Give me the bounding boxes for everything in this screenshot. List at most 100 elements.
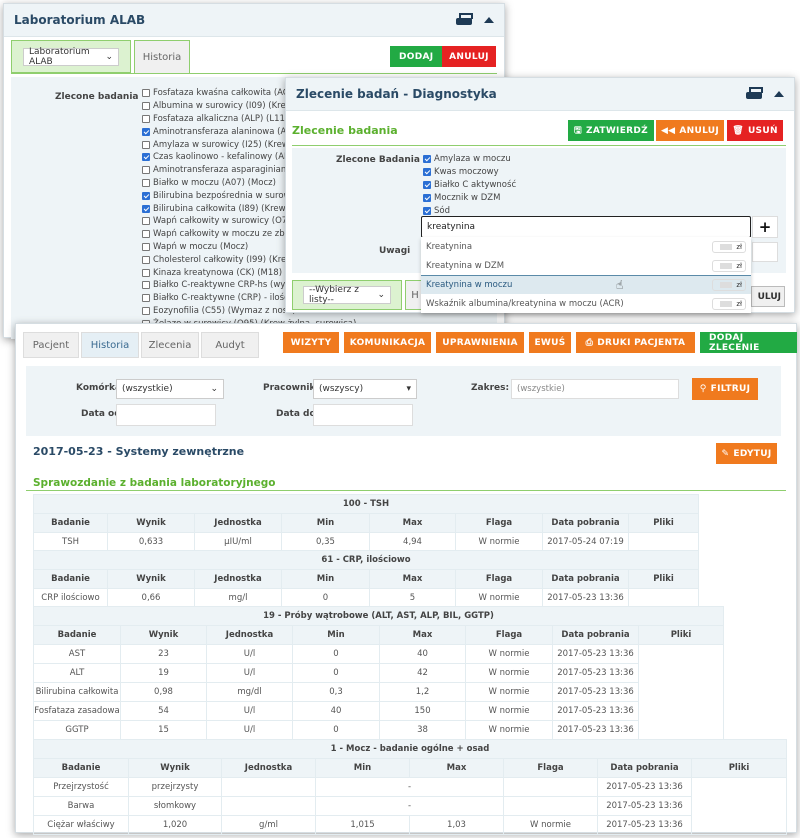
ordered-test-item[interactable]: Mocznik w DZM	[423, 191, 516, 204]
files-cell[interactable]	[691, 777, 787, 835]
order-panel: Zlecenie badań - Diagnostyka Zlecenie ba…	[285, 77, 795, 313]
checkbox[interactable]	[142, 294, 150, 303]
checkbox[interactable]	[142, 102, 150, 111]
tab-audyt[interactable]: Audyt	[201, 332, 259, 358]
table-cell: CRP ilościowo	[33, 588, 108, 608]
files-cell[interactable]	[628, 588, 699, 608]
checkbox[interactable]	[423, 193, 431, 202]
table-cell: W normie	[465, 663, 553, 683]
checkbox[interactable]	[142, 127, 150, 136]
print-icon[interactable]	[746, 87, 763, 101]
table-cell: 2017-05-23 13:36	[542, 588, 629, 608]
date-from-input[interactable]	[116, 404, 216, 426]
test-label: Wapń całkowity w surowicy (O77)	[153, 216, 296, 227]
table-row: Ciężar właściwy 1,020 g/ml 1,015 1,03 W normi…	[33, 815, 787, 835]
notes-field[interactable]	[752, 242, 778, 262]
table-cell: 2017-05-23 13:36	[552, 720, 639, 740]
checkbox[interactable]	[142, 178, 150, 187]
ordered-test-item[interactable]: Amylaza w moczu	[423, 153, 516, 166]
test-label: Kwas moczowy	[434, 167, 499, 178]
confirm-button[interactable]: 🖫 ZATWIERDŹ	[568, 120, 654, 141]
test-label: Białko C-reaktywne (CRP) - ilościow	[153, 293, 304, 304]
date-to-input[interactable]	[313, 404, 413, 426]
test-label: Mocznik w DZM	[434, 192, 501, 203]
checkbox[interactable]	[142, 242, 150, 251]
table-cell: 0	[281, 588, 370, 608]
table-cell: 0,3	[292, 682, 380, 702]
files-cell[interactable]	[638, 644, 724, 740]
ordered-test-item[interactable]: Białko C aktywność	[423, 179, 516, 192]
tab-pacjent[interactable]: Pacjent	[23, 332, 79, 358]
cancel-button[interactable]: ◀◀ ANULUJ	[656, 120, 724, 141]
checkbox[interactable]	[142, 306, 150, 315]
checkbox[interactable]	[423, 168, 431, 177]
entry-title: 2017-05-23 - Systemy zewnętrzne	[33, 445, 245, 458]
add-order-button[interactable]: DODAJ ZLECENIE	[700, 332, 797, 353]
checkbox[interactable]	[142, 281, 150, 290]
filter-button[interactable]: ⚲ FILTRUJ	[692, 378, 758, 400]
communication-button[interactable]: KOMUNIKACJA	[344, 332, 431, 353]
checkbox[interactable]	[142, 114, 150, 123]
checkbox[interactable]	[142, 153, 150, 162]
checkbox[interactable]	[423, 206, 431, 215]
table-header-row: Badanie Wynik Jednostka Min Max Flaga Data pob…	[33, 758, 787, 778]
cell-select[interactable]: (wszystkie) ⌄	[116, 379, 224, 399]
files-cell[interactable]	[628, 532, 699, 552]
checkbox[interactable]	[423, 155, 431, 164]
checkbox[interactable]	[142, 140, 150, 149]
list-select[interactable]: --Wybierz z listy-- ⌄	[303, 285, 391, 305]
column-header: Min	[315, 758, 410, 778]
print-icon[interactable]	[456, 13, 473, 27]
print-documents-button[interactable]: ⎙ DRUKI PACJENTA	[576, 332, 695, 353]
column-header: Data pobrania	[542, 513, 629, 533]
cancel-button[interactable]: ANULUJ	[442, 46, 496, 67]
dropdown-option[interactable]: Kreatynina zł	[421, 237, 751, 256]
option-label: Kreatynina w moczu	[426, 280, 513, 290]
caret-down-icon: ▾	[406, 384, 411, 394]
cancel-button-partial[interactable]: ULUJ	[751, 286, 785, 307]
checkbox[interactable]	[142, 255, 150, 264]
table-cell: 15	[120, 720, 207, 740]
collapse-icon[interactable]	[774, 91, 784, 97]
checkbox[interactable]	[423, 180, 431, 189]
tab-zlecenia[interactable]: Zlecenia	[141, 332, 199, 358]
test-label: Sód	[434, 205, 450, 216]
checkbox[interactable]	[142, 166, 150, 175]
table-cell: 0	[292, 663, 380, 683]
lab-select[interactable]: Laboratorium ALAB ⌄	[23, 47, 119, 67]
column-header: Min	[281, 569, 370, 589]
test-label: Czas kaolinowo - kefalinowy (APTT	[153, 152, 300, 163]
visits-button[interactable]: WIZYTY	[283, 332, 339, 353]
edit-button[interactable]: ✎ EDYTUJ	[716, 443, 777, 464]
test-label: Fosfataza kwaśna całkowita (ACP)	[153, 88, 298, 99]
dropdown-option[interactable]: Kreatynina w moczu zł ☝	[421, 275, 751, 294]
permissions-button[interactable]: UPRAWNIENIA	[436, 332, 524, 353]
tab-historia[interactable]: Historia	[81, 332, 139, 358]
checkbox[interactable]	[142, 89, 150, 98]
checkbox[interactable]	[142, 204, 150, 213]
delete-button[interactable]: 🗑 USUŃ	[727, 120, 783, 141]
column-header: Wynik	[107, 569, 195, 589]
checkbox[interactable]	[142, 230, 150, 239]
tab-history[interactable]: Historia	[134, 40, 190, 73]
table-cell: 2017-05-23 13:36	[597, 777, 692, 797]
test-search-input[interactable]: kreatynina	[421, 216, 751, 238]
ordered-tests-list: Amylaza w moczu Kwas moczowy Białko C akty…	[423, 153, 516, 217]
ewus-button[interactable]: EWUŚ	[529, 332, 571, 353]
collapse-icon[interactable]	[484, 17, 494, 23]
column-header: Max	[379, 625, 466, 645]
checkbox[interactable]	[142, 268, 150, 277]
table-cell: Bilirubina całkowita	[33, 682, 121, 702]
dropdown-option[interactable]: Wskaźnik albumina/kreatynina w moczu (AC…	[421, 294, 751, 313]
checkbox[interactable]	[142, 217, 150, 226]
chevron-down-icon: ⌄	[210, 384, 218, 394]
checkbox[interactable]	[142, 191, 150, 200]
add-test-button[interactable]: +	[752, 216, 778, 238]
column-header: Jednostka	[194, 569, 282, 589]
dropdown-option[interactable]: Kreatynina w DZM zł	[421, 256, 751, 275]
add-button[interactable]: DODAJ	[390, 46, 443, 67]
range-input[interactable]: (wszystkie)	[511, 379, 679, 399]
ordered-test-item[interactable]: Kwas moczowy	[423, 166, 516, 179]
table-cell: słomkowy	[128, 796, 222, 816]
worker-select[interactable]: (wszyscy) ▾	[313, 379, 417, 399]
